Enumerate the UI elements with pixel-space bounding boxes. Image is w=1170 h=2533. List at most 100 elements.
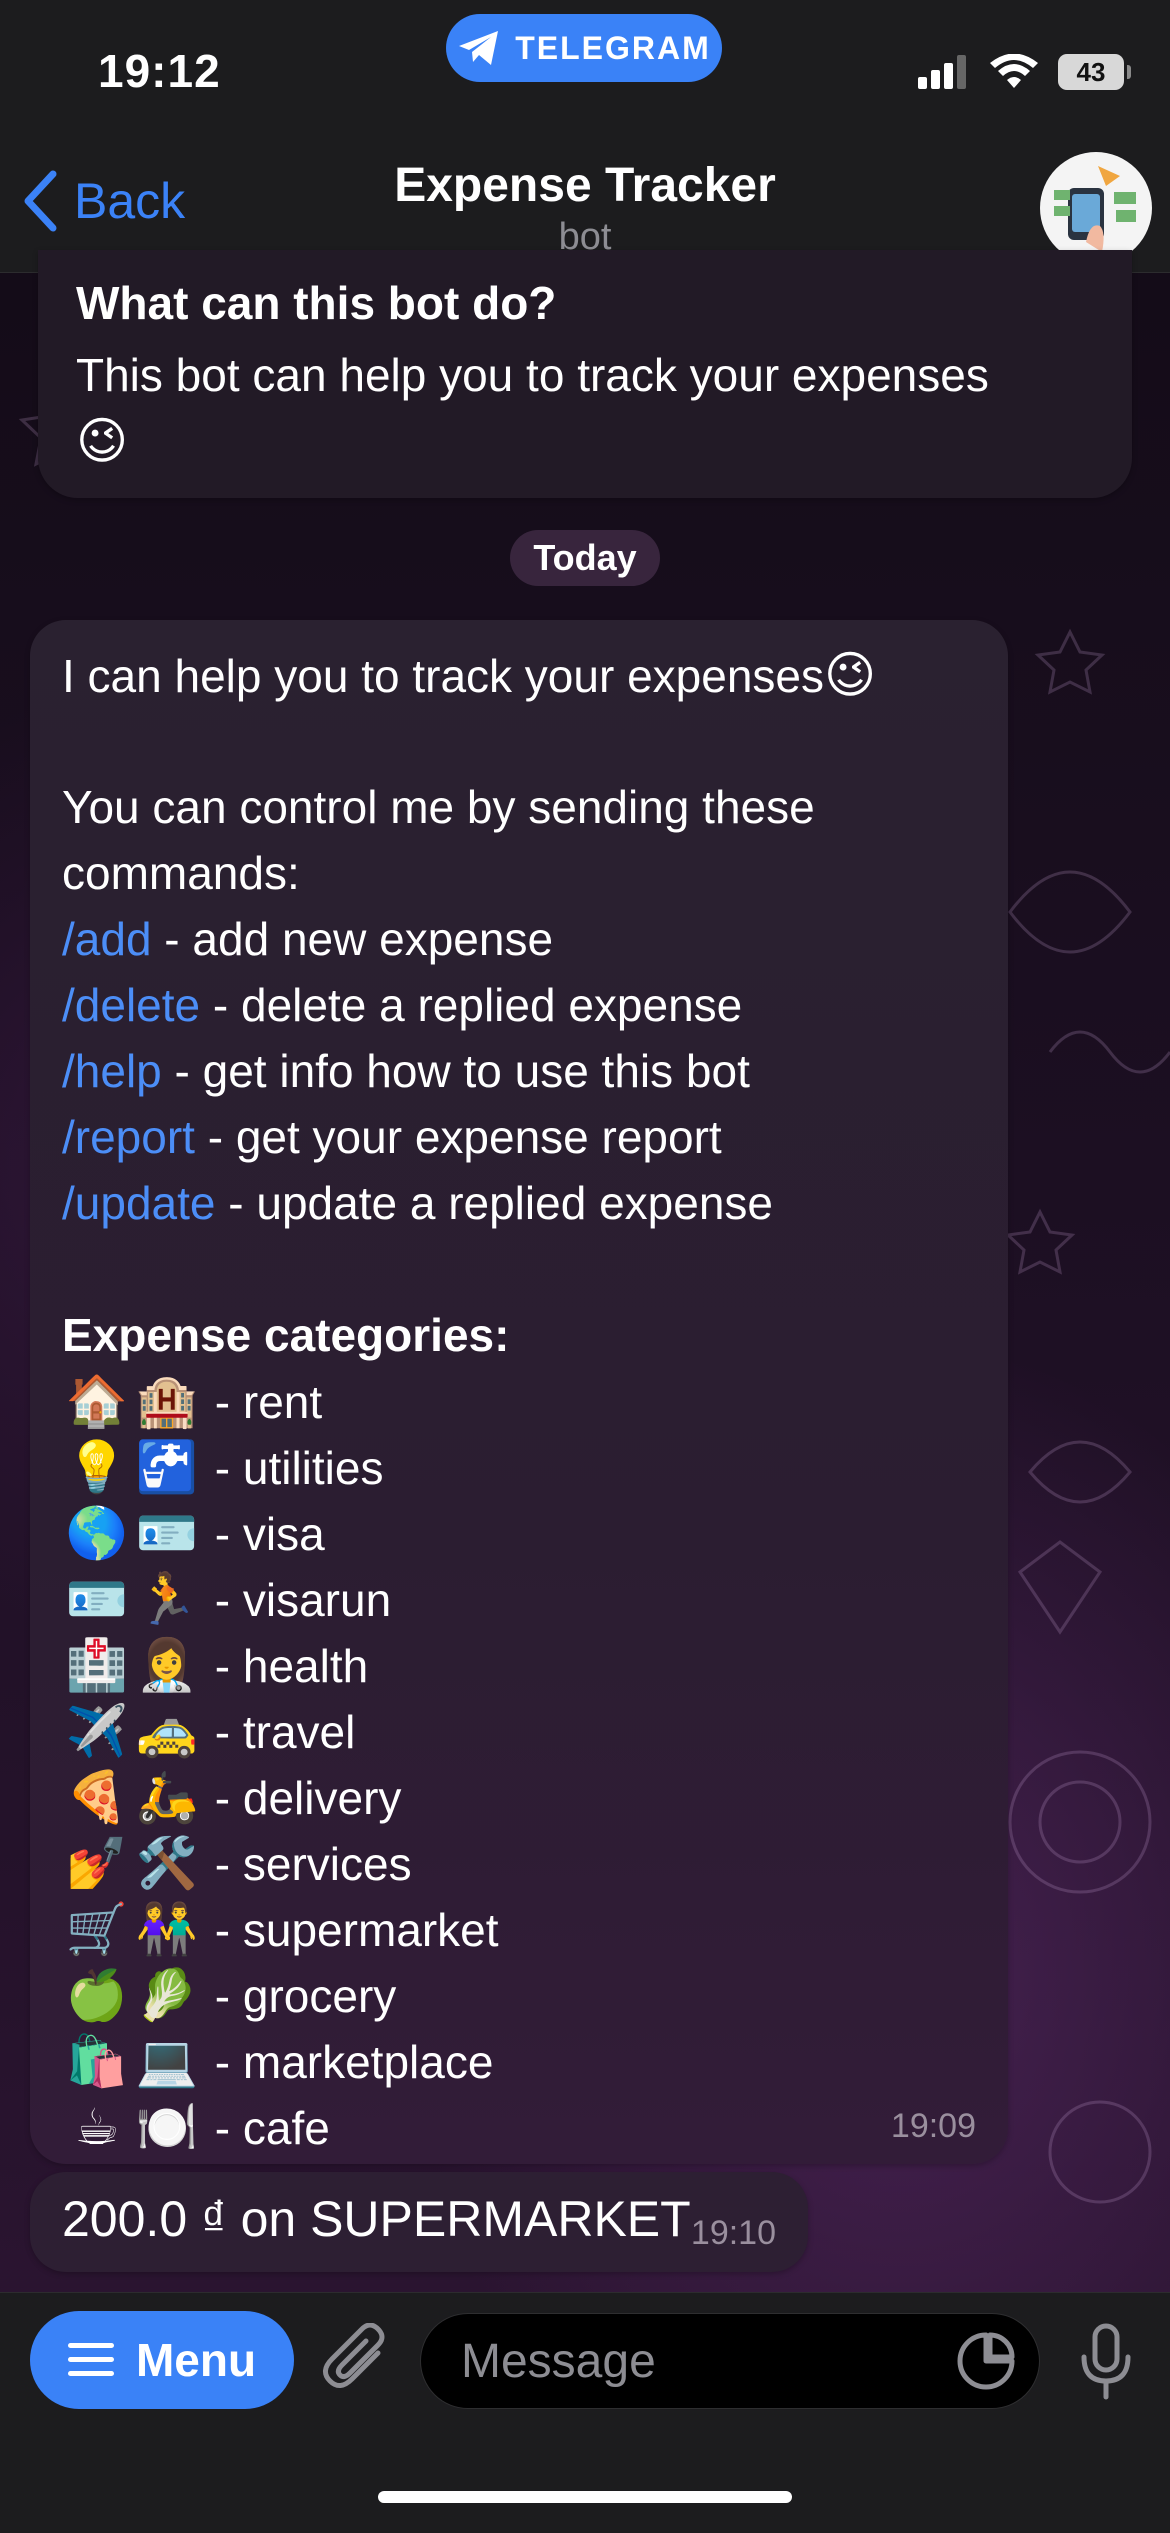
menu-button[interactable]: Menu bbox=[30, 2311, 294, 2409]
control-text-line: commands: bbox=[62, 847, 300, 899]
battery-indicator: 43 bbox=[1058, 54, 1131, 90]
category-label: - services bbox=[202, 1838, 412, 1890]
command-row: /help - get info how to use this bot bbox=[62, 1038, 992, 1104]
wink-emoji: 😉 bbox=[824, 646, 877, 704]
status-bar: 19:12 TELEGRAM 43 bbox=[0, 0, 1170, 140]
hamburger-icon bbox=[67, 2343, 114, 2376]
category-label: - grocery bbox=[202, 1970, 397, 2022]
category-emoji: 🍕 bbox=[65, 1768, 129, 1826]
bot-avatar-image bbox=[1054, 166, 1136, 252]
command-row: /report - get your expense report bbox=[62, 1104, 992, 1170]
category-label: - rent bbox=[202, 1376, 323, 1428]
category-row-visa: 🌎 🪪 - visa bbox=[62, 1500, 992, 1566]
command-description: - update a replied expense bbox=[215, 1177, 773, 1229]
command-update-link[interactable]: /update bbox=[62, 1177, 215, 1229]
category-row-travel: ✈️ 🚕 - travel bbox=[62, 1698, 992, 1764]
category-label: - supermarket bbox=[202, 1904, 499, 1956]
message-timestamp: 19:09 bbox=[890, 2107, 976, 2145]
paperclip-icon[interactable] bbox=[322, 2323, 392, 2399]
wink-emoji: 😉 bbox=[76, 412, 129, 470]
home-indicator bbox=[378, 2491, 792, 2503]
command-row: /delete - delete a replied expense bbox=[62, 972, 992, 1038]
command-report-link[interactable]: /report bbox=[62, 1111, 195, 1163]
bot-intro-card: What can this bot do? This bot can help … bbox=[38, 250, 1132, 498]
category-emoji: 💅 bbox=[65, 1834, 129, 1892]
category-emoji: 🏃 bbox=[135, 1570, 199, 1628]
message-body: I can help you to track your expenses😉 Y… bbox=[62, 642, 992, 2160]
category-label: - travel bbox=[202, 1706, 356, 1758]
message-intro-text: I can help you to track your expenses bbox=[62, 650, 824, 702]
chat-title[interactable]: Expense Tracker bbox=[0, 158, 1170, 213]
wifi-icon bbox=[990, 54, 1038, 88]
message-input[interactable] bbox=[420, 2313, 1040, 2409]
message-input-bar: Menu bbox=[0, 2292, 1170, 2533]
category-label: - visa bbox=[202, 1508, 325, 1560]
category-row-delivery: 🍕 🛵 - delivery bbox=[62, 1764, 992, 1830]
category-label: - health bbox=[202, 1640, 369, 1692]
category-row-supermarket: 🛒 👫 - supermarket bbox=[62, 1896, 992, 1962]
bot-avatar[interactable] bbox=[1040, 152, 1152, 264]
category-row-services: 💅 🛠️ - services bbox=[62, 1830, 992, 1896]
sticker-icon[interactable] bbox=[956, 2331, 1016, 2391]
status-time: 19:12 bbox=[98, 45, 221, 97]
expense-message-timestamp: 19:10 bbox=[690, 2214, 776, 2252]
bot-intro-title: What can this bot do? bbox=[76, 277, 557, 329]
status-indicators: 43 bbox=[918, 54, 1131, 90]
cellular-signal-icon bbox=[918, 55, 966, 89]
category-row-cafe: ☕ 🍽️ - cafe bbox=[62, 2094, 992, 2160]
category-row-marketplace: 🛍️ 💻 - marketplace bbox=[62, 2028, 992, 2094]
message-intro-line: I can help you to track your expenses😉 bbox=[62, 642, 992, 708]
category-emoji: 🪪 bbox=[65, 1570, 129, 1628]
category-row-health: 🏥 👩‍⚕️ - health bbox=[62, 1632, 992, 1698]
telegram-pill-label: TELEGRAM bbox=[515, 29, 711, 66]
category-emoji: 🚕 bbox=[135, 1702, 199, 1760]
category-emoji: 🍽️ bbox=[135, 2098, 199, 2156]
category-emoji: 🛒 bbox=[65, 1900, 129, 1958]
microphone-icon[interactable] bbox=[1078, 2323, 1134, 2401]
category-emoji: 🪪 bbox=[135, 1504, 199, 1562]
category-emoji: 🍏 bbox=[65, 1966, 129, 2024]
command-description: - get your expense report bbox=[194, 1111, 722, 1163]
command-add-link[interactable]: /add bbox=[62, 913, 152, 965]
category-emoji: 🚰 bbox=[135, 1438, 199, 1496]
category-label: - cafe bbox=[202, 2102, 330, 2154]
category-emoji: 🏠 bbox=[65, 1372, 129, 1430]
command-description: - add new expense bbox=[151, 913, 554, 965]
expense-message-text: 200.0 ₫ on SUPERMARKET bbox=[62, 2191, 691, 2247]
command-row: /update - update a replied expense bbox=[62, 1170, 992, 1236]
category-emoji: 🛠️ bbox=[135, 1834, 199, 1892]
command-help-link[interactable]: /help bbox=[62, 1045, 162, 1097]
category-emoji: 💡 bbox=[65, 1438, 129, 1496]
category-emoji: 🥬 bbox=[135, 1966, 199, 2024]
telegram-plane-icon bbox=[459, 31, 499, 65]
return-to-telegram-pill[interactable]: TELEGRAM bbox=[446, 14, 722, 82]
category-emoji: 🌎 bbox=[65, 1504, 129, 1562]
command-description: - delete a replied expense bbox=[200, 979, 743, 1031]
category-label: - marketplace bbox=[202, 2036, 494, 2088]
category-row-grocery: 🍏 🥬 - grocery bbox=[62, 1962, 992, 2028]
bot-message-bubble[interactable]: I can help you to track your expenses😉 Y… bbox=[30, 620, 1008, 2164]
command-row: /add - add new expense bbox=[62, 906, 992, 972]
category-emoji: 💻 bbox=[135, 2032, 199, 2090]
expense-message-bubble[interactable]: 200.0 ₫ on SUPERMARKET 19:10 bbox=[30, 2172, 808, 2272]
category-label: - delivery bbox=[202, 1772, 402, 1824]
category-emoji: 🏥 bbox=[65, 1636, 129, 1694]
command-delete-link[interactable]: /delete bbox=[62, 979, 200, 1031]
category-emoji: ✈️ bbox=[65, 1702, 129, 1760]
category-row-utilities: 💡 🚰 - utilities bbox=[62, 1434, 992, 1500]
menu-button-label: Menu bbox=[135, 2334, 257, 2386]
category-emoji: 🏨 bbox=[135, 1372, 199, 1430]
category-emoji: 🛍️ bbox=[65, 2032, 129, 2090]
category-emoji: ☕ bbox=[74, 2098, 120, 2156]
category-label: - utilities bbox=[202, 1442, 384, 1494]
category-label: - visarun bbox=[202, 1574, 392, 1626]
date-separator: Today bbox=[510, 530, 660, 586]
categories-title: Expense categories: bbox=[62, 1309, 510, 1361]
bot-intro-text: This bot can help you to track your expe… bbox=[76, 342, 1106, 475]
command-description: - get info how to use this bot bbox=[161, 1045, 750, 1097]
category-row-visarun: 🪪 🏃 - visarun bbox=[62, 1566, 992, 1632]
control-text-line: You can control me by sending these bbox=[62, 781, 815, 833]
category-emoji: 👫 bbox=[135, 1900, 199, 1958]
